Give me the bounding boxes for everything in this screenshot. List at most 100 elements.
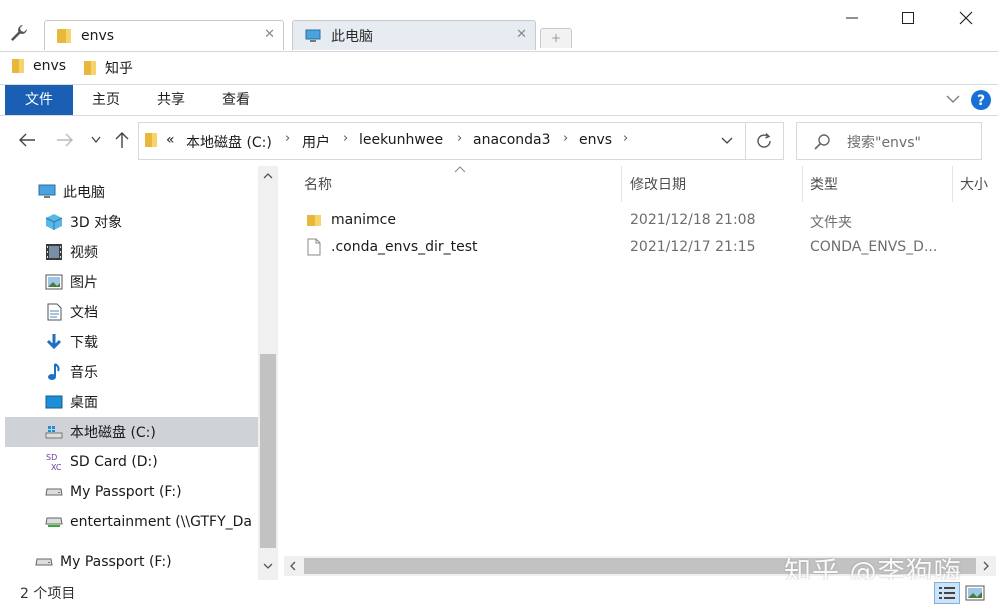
tab-this-pc[interactable]: 此电脑 ✕ <box>292 20 536 50</box>
chevron-right-icon[interactable]: › <box>457 131 462 146</box>
search-box[interactable]: 搜索"envs" <box>796 122 982 160</box>
help-icon[interactable]: ? <box>970 89 992 111</box>
file-name: .conda_envs_dir_test <box>331 239 478 255</box>
column-header-name[interactable]: 名称 <box>304 174 332 194</box>
new-tab-button[interactable]: + <box>540 28 572 48</box>
expand-ribbon-icon[interactable] <box>946 94 960 104</box>
pictures-icon <box>44 272 64 292</box>
chevron-down-icon[interactable] <box>263 562 273 570</box>
column-header-size[interactable]: 大小 <box>960 174 988 194</box>
chevron-left-icon[interactable] <box>289 561 297 571</box>
chevron-right-icon[interactable]: › <box>623 131 628 146</box>
sort-indicator-icon <box>454 166 466 174</box>
breadcrumb-anaconda3[interactable]: anaconda3 <box>473 132 551 148</box>
nav-item-desktop[interactable]: 桌面 <box>5 387 258 417</box>
chevron-right-icon[interactable]: › <box>285 131 290 146</box>
svg-text:SD: SD <box>46 453 57 462</box>
up-icon[interactable] <box>114 131 130 149</box>
folder-icon <box>306 212 322 228</box>
tab-close-icon[interactable]: ✕ <box>264 27 275 42</box>
nav-scrollbar-thumb[interactable] <box>260 354 276 548</box>
svg-text:XC: XC <box>51 463 62 472</box>
wrench-icon[interactable] <box>8 22 30 44</box>
nav-item-3d-objects[interactable]: 3D 对象 <box>5 207 258 237</box>
computer-icon <box>37 182 57 202</box>
address-dropdown-icon[interactable] <box>721 137 733 145</box>
forward-icon[interactable] <box>56 132 74 148</box>
close-icon[interactable] <box>948 4 984 32</box>
maximize-icon[interactable] <box>890 4 926 32</box>
search-input[interactable]: 搜索"envs" <box>847 132 921 152</box>
file-name: manimce <box>331 212 396 228</box>
nav-item-this-pc[interactable]: 此电脑 <box>5 177 258 207</box>
file-date: 2021/12/17 21:15 <box>630 239 756 255</box>
nav-item-downloads[interactable]: 下载 <box>5 327 258 357</box>
chevron-right-icon[interactable]: › <box>563 131 568 146</box>
folder-icon <box>84 60 96 76</box>
breadcrumb-envs[interactable]: envs <box>579 132 612 148</box>
refresh-icon[interactable] <box>755 132 773 150</box>
breadcrumb-local-disk[interactable]: 本地磁盘 (C:) <box>186 132 272 152</box>
sd-card-icon: SD XC <box>44 452 64 472</box>
minimize-icon[interactable] <box>834 4 870 32</box>
breadcrumb-leekunhwee[interactable]: leekunhwee <box>359 132 443 148</box>
tab-close-icon[interactable]: ✕ <box>516 27 527 42</box>
tab-envs[interactable]: envs ✕ <box>44 20 284 50</box>
file-type: 文件夹 <box>810 215 852 231</box>
documents-icon <box>44 302 64 322</box>
nav-item-my-passport-f[interactable]: My Passport (F:) <box>5 477 258 507</box>
item-count: 2 个项目 <box>20 586 76 602</box>
folder-icon <box>12 58 24 74</box>
address-bar[interactable]: « 本地磁盘 (C:) › 用户 › leekunhwee › anaconda… <box>138 122 784 160</box>
navigation-pane: 此电脑 3D 对象 视频 图片 文档 下载 音乐 桌面 本地磁盘 (C:) SD… <box>5 166 281 580</box>
local-disk-icon <box>44 422 64 442</box>
large-icons-view-icon[interactable] <box>964 583 986 603</box>
chevron-right-icon[interactable] <box>982 561 990 571</box>
favorites-bar: envs 知乎 <box>0 51 998 83</box>
drive-icon <box>34 552 54 572</box>
recent-locations-icon[interactable] <box>91 136 101 144</box>
search-icon <box>813 133 831 151</box>
computer-icon <box>305 29 321 43</box>
column-header-type[interactable]: 类型 <box>810 174 838 194</box>
file-icon <box>307 238 321 256</box>
column-header-date[interactable]: 修改日期 <box>630 174 686 194</box>
file-list: 名称 修改日期 类型 大小 manimce 2021/12/18 21:08 文… <box>284 166 996 556</box>
file-type: CONDA_ENVS_D... <box>810 239 938 255</box>
chevron-up-icon[interactable] <box>263 172 273 180</box>
details-view-icon[interactable] <box>934 582 960 604</box>
ribbon-tab-file[interactable]: 文件 <box>5 85 73 115</box>
folder-icon <box>57 28 71 44</box>
nav-item-entertainment[interactable]: entertainment (\\GTFY_Da <box>5 507 258 537</box>
status-bar: 2 个项目 <box>0 580 998 610</box>
title-bar: envs ✕ 此电脑 ✕ + <box>0 0 998 50</box>
chevron-right-icon[interactable]: › <box>343 131 348 146</box>
nav-item-my-passport-f-root[interactable]: My Passport (F:) <box>5 547 258 577</box>
3d-objects-icon <box>44 212 64 232</box>
nav-scrollbar[interactable] <box>258 166 278 580</box>
nav-item-local-disk-c[interactable]: 本地磁盘 (C:) <box>5 417 258 447</box>
nav-item-pictures[interactable]: 图片 <box>5 267 258 297</box>
file-date: 2021/12/18 21:08 <box>630 212 756 228</box>
favorite-zhihu[interactable]: 知乎 <box>84 58 133 78</box>
favorite-envs[interactable]: envs <box>12 58 66 74</box>
folder-icon <box>145 132 157 148</box>
drive-icon <box>44 482 64 502</box>
nav-item-documents[interactable]: 文档 <box>5 297 258 327</box>
ribbon-tab-home[interactable]: 主页 <box>80 85 132 115</box>
back-icon[interactable] <box>18 132 36 148</box>
video-icon <box>44 242 64 262</box>
nav-item-music[interactable]: 音乐 <box>5 357 258 387</box>
tab-label: envs <box>81 27 115 44</box>
nav-item-videos[interactable]: 视频 <box>5 237 258 267</box>
svg-text:?: ? <box>977 93 985 109</box>
file-row[interactable]: manimce 2021/12/18 21:08 文件夹 <box>284 207 996 235</box>
ribbon-tab-view[interactable]: 查看 <box>210 85 262 115</box>
file-row[interactable]: .conda_envs_dir_test 2021/12/17 21:15 CO… <box>284 234 996 262</box>
nav-item-sd-card-d[interactable]: SD XC SD Card (D:) <box>5 447 258 477</box>
tab-label: 此电脑 <box>331 28 373 45</box>
ribbon-tab-share[interactable]: 共享 <box>145 85 197 115</box>
breadcrumb-users[interactable]: 用户 <box>302 132 330 152</box>
network-drive-icon <box>44 512 64 532</box>
address-overflow[interactable]: « <box>166 132 175 148</box>
